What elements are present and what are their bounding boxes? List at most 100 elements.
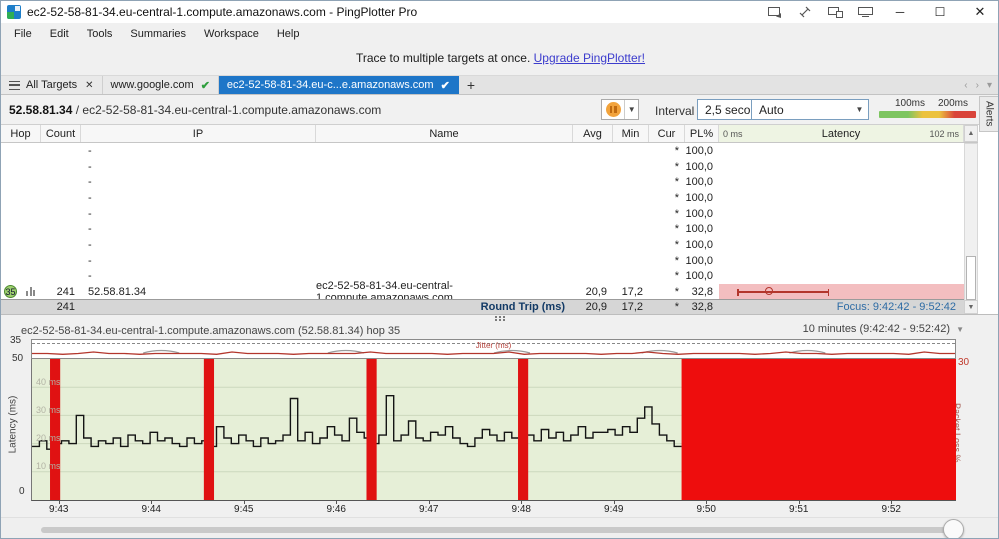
new-tab-button[interactable]: + (459, 76, 483, 94)
legend-gradient-bar (879, 111, 976, 118)
hop-count: 241 (56, 285, 75, 298)
target-header: 52.58.81.34 / ec2-52-58-81-34.eu-central… (1, 95, 998, 125)
timeline-scroll-area (1, 517, 998, 538)
panel-splitter[interactable] (1, 314, 998, 323)
window-title: ec2-52-58-81-34.eu-central-1.compute.ama… (27, 5, 418, 19)
col-name[interactable]: Name (316, 125, 573, 142)
x-axis-label: 9:49 (604, 504, 624, 515)
title-bar: ec2-52-58-81-34.eu-central-1.compute.ama… (1, 1, 998, 23)
tab-check-icon: ✔ (200, 79, 210, 92)
jitter-label: Jitter (ms) (475, 341, 512, 350)
row-pl: 100,0 (685, 176, 713, 189)
hop-35-row[interactable]: 35 241 52.58.81.34 ec2-52-58-81-34.eu-ce… (1, 280, 964, 304)
row-pl: 100,0 (685, 160, 713, 173)
screen-share-icon[interactable] (760, 3, 790, 21)
remote-session-icon[interactable] (790, 3, 820, 21)
table-row[interactable]: - * 100,0 (1, 159, 964, 175)
col-latency[interactable]: 0 ms Latency 102 ms (719, 125, 964, 142)
time-axis: 9:43 9:44 9:45 9:46 9:47 9:48 9:49 9:50 9:51 9:52 (31, 501, 956, 517)
display-icon[interactable] (850, 3, 880, 21)
devices-icon[interactable] (820, 3, 850, 21)
row-cur: * (674, 176, 679, 189)
col-avg[interactable]: Avg (573, 125, 613, 142)
row-ip: - (88, 254, 92, 267)
row-pl: 100,0 (685, 238, 713, 251)
latency-timeline-plot[interactable]: 40 ms 30 ms 20 ms 10 ms (31, 359, 956, 501)
alerts-side-tab[interactable]: Alerts (979, 96, 998, 132)
round-trip-row: 241 Round Trip (ms) 20,9 17,2 * 32,8 Foc… (1, 299, 964, 314)
table-row[interactable]: - * 100,0 (1, 237, 964, 253)
row-ip: - (88, 270, 92, 283)
tab-all-targets[interactable]: All Targets ✕ (1, 76, 103, 94)
table-row[interactable]: - * 100,0 (1, 143, 964, 159)
x-axis-label: 9:43 (49, 504, 69, 515)
table-row[interactable]: - * 100,0 (1, 174, 964, 190)
packet-loss-axis-value: 30 (958, 357, 970, 368)
row-cur: * (674, 238, 679, 251)
tab-scroll-right-icon[interactable]: › (976, 80, 979, 91)
pause-button[interactable] (602, 100, 624, 119)
row-cur: * (674, 160, 679, 173)
x-axis-label: 9:50 (696, 504, 716, 515)
graph-time-range[interactable]: 10 minutes (9:42:42 - 9:52:42) (803, 323, 950, 335)
tab-scroll-left-icon[interactable]: ‹ (964, 80, 967, 91)
pause-control: ▼ (601, 99, 639, 120)
x-axis-label: 9:52 (881, 504, 901, 515)
scroll-down-button[interactable]: ▼ (964, 300, 978, 314)
menu-edit[interactable]: Edit (41, 28, 78, 40)
col-pl[interactable]: PL% (685, 125, 719, 142)
latency-whisker (737, 289, 829, 295)
row-cur: * (674, 254, 679, 267)
table-vertical-scrollbar[interactable] (964, 143, 978, 314)
chevron-down-icon[interactable]: ▼ (956, 325, 964, 334)
row-cur: * (674, 191, 679, 204)
col-cur[interactable]: Cur (649, 125, 685, 142)
target-separator: / (72, 103, 83, 117)
tab-close-icon[interactable]: ✕ (85, 80, 93, 91)
focus-select[interactable]: Auto ▼ (751, 99, 869, 120)
menu-workspace[interactable]: Workspace (195, 28, 268, 40)
histogram-icon[interactable] (26, 287, 35, 296)
menu-summaries[interactable]: Summaries (121, 28, 195, 40)
menu-file[interactable]: File (5, 28, 41, 40)
scrollbar-thumb[interactable] (966, 256, 976, 300)
pause-dropdown[interactable]: ▼ (624, 100, 638, 119)
rt-avg: 20,9 (585, 301, 607, 313)
maximize-button[interactable]: ☐ (920, 1, 960, 23)
y-axis-title: Latency (ms) (7, 395, 19, 454)
menu-banner-area: File Edit Tools Summaries Workspace Help… (1, 23, 998, 76)
hop-latency-cell (719, 284, 964, 299)
graph-title: ec2-52-58-81-34.eu-central-1.compute.ama… (21, 325, 401, 337)
tab-google[interactable]: www.google.com ✔ (102, 76, 219, 94)
tab-list-icon[interactable]: ▾ (987, 80, 992, 91)
interval-label: Interval (655, 104, 695, 118)
col-hop[interactable]: Hop (1, 125, 41, 142)
table-row[interactable]: - * 100,0 (1, 206, 964, 222)
row-ip: - (88, 223, 92, 236)
upgrade-link[interactable]: Upgrade PingPlotter! (534, 51, 645, 65)
minimize-button[interactable]: ─ (880, 1, 920, 23)
upgrade-banner: Trace to multiple targets at once. Upgra… (1, 51, 998, 65)
timeline-slider-track[interactable] (41, 527, 961, 533)
menu-tools[interactable]: Tools (78, 28, 122, 40)
row-cur: * (674, 270, 679, 283)
timeline-slider-thumb[interactable] (943, 519, 964, 538)
x-axis-label: 9:47 (419, 504, 439, 515)
col-min[interactable]: Min (613, 125, 649, 142)
focus-value: Auto (759, 102, 784, 117)
table-header: Hop Count IP Name Avg Min Cur PL% 0 ms L… (1, 125, 978, 143)
rt-pl: 32,8 (691, 301, 713, 313)
table-row[interactable]: - * 100,0 (1, 221, 964, 237)
hop-table-body: - * 100,0 - * 100,0 - * 100,0 - * 100,0 - * 100,0 … (1, 143, 964, 284)
table-row[interactable]: - * 100,0 (1, 253, 964, 269)
latency-avg-marker (765, 287, 773, 295)
tab-ec2-active[interactable]: ec2-52-58-81-34.eu-c...e.amazonaws.com ✔ (218, 76, 459, 94)
table-row[interactable]: - * 100,0 (1, 190, 964, 206)
col-count[interactable]: Count (41, 125, 81, 142)
scroll-up-button[interactable]: ▲ (964, 125, 978, 142)
col-ip[interactable]: IP (81, 125, 316, 142)
menu-help[interactable]: Help (268, 28, 309, 40)
latency-legend: 100ms 200ms (879, 98, 976, 118)
y-axis-min: 0 (19, 486, 25, 497)
close-button[interactable]: ✕ (960, 1, 998, 23)
